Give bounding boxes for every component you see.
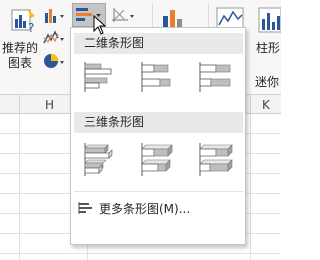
dropdown-separator (74, 191, 243, 192)
scatter-chart-icon[interactable] (110, 6, 136, 27)
recommended-charts-label-1[interactable]: 推荐的 (2, 41, 38, 55)
more-bar-charts-button[interactable]: 更多条形图(M)... (77, 197, 242, 219)
grid-line (19, 114, 20, 260)
more-bar-charts-label[interactable]: 更多条形图(M)... (99, 200, 190, 217)
recommended-charts-label-2[interactable]: 图表 (8, 56, 32, 70)
percent-stacked-bar-2d-option[interactable] (194, 59, 236, 95)
column-header-h[interactable]: H (45, 98, 54, 112)
sparkline-group-label: 迷你 (255, 75, 280, 89)
svg-text:?: ? (28, 21, 34, 34)
line-chart-icon[interactable] (43, 29, 67, 50)
column-divider (250, 95, 251, 114)
pie-chart-icon[interactable] (43, 52, 67, 73)
mouse-cursor-icon (93, 14, 107, 38)
percent-stacked-bar-3d-option[interactable] (194, 140, 236, 176)
stacked-bar-2d-option[interactable] (136, 59, 178, 95)
sparkline-column-icon[interactable] (258, 7, 282, 36)
clustered-bar-2d-option[interactable] (79, 59, 121, 95)
column-divider (19, 95, 20, 114)
section-header-3d-bar: 三维条形图 (74, 112, 243, 133)
recommended-charts-icon[interactable]: ? (10, 6, 36, 37)
more-charts-icon (78, 202, 92, 214)
column-header-k[interactable]: K (262, 98, 270, 112)
column-chart-icon[interactable] (43, 6, 67, 27)
clustered-bar-3d-option[interactable] (79, 140, 121, 176)
grid-line (0, 253, 281, 254)
grid-line (250, 114, 251, 260)
section-title-3d-bar: 三维条形图 (84, 115, 145, 129)
bar-chart-dropdown: 二维条形图 三维条形图 更多条形图(M)... (70, 27, 246, 245)
sparkline-column-label[interactable]: 柱形 (256, 41, 280, 55)
stacked-bar-3d-option[interactable] (136, 140, 178, 176)
